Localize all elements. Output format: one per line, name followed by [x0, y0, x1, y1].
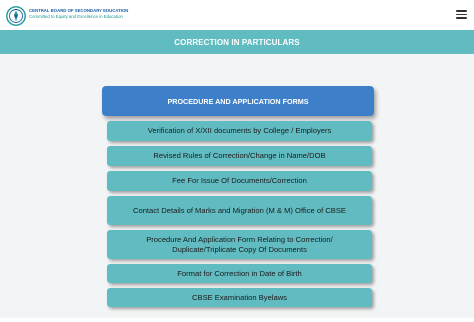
menu-item-label: Procedure And Application Form Relating … — [146, 234, 333, 254]
organization-tagline: Committed to Equity and Excellence in Ed… — [29, 14, 123, 19]
content-footer-strip — [0, 318, 474, 322]
menu-item-dob-correction-format[interactable]: Format for Correction in Date of Birth — [107, 264, 372, 283]
organization-name-line1: CENTRAL BOARD OF SECONDARY EDUCATION — [29, 8, 129, 13]
menu-item-examination-byelaws[interactable]: CBSE Examination Byelaws — [107, 288, 372, 307]
cbse-logo-icon[interactable] — [6, 6, 26, 26]
page-title: CORRECTION IN PARTICULARS — [174, 37, 300, 47]
procedure-forms-header-label: PROCEDURE AND APPLICATION FORMS — [167, 96, 309, 106]
menu-item-label: Fee For Issue Of Documents/Correction — [172, 176, 307, 185]
menu-item-correction-application-form[interactable]: Procedure And Application Form Relating … — [107, 230, 372, 259]
menu-item-fee-for-documents[interactable]: Fee For Issue Of Documents/Correction — [107, 171, 372, 191]
menu-item-verification-documents[interactable]: Verification of X/XII documents by Colle… — [107, 121, 372, 141]
menu-item-label: Format for Correction in Date of Birth — [177, 268, 302, 278]
hamburger-menu-icon[interactable] — [456, 10, 467, 19]
menu-item-mm-office-contact[interactable]: Contact Details of Marks and Migration (… — [107, 196, 372, 225]
menu-item-label: Contact Details of Marks and Migration (… — [133, 205, 346, 215]
page-title-bar: CORRECTION IN PARTICULARS — [0, 30, 474, 54]
app-header: CENTRAL BOARD OF SECONDARY EDUCATION Com… — [0, 0, 474, 30]
menu-item-label: Verification of X/XII documents by Colle… — [147, 126, 332, 135]
organization-name: CENTRAL BOARD OF SECONDARY EDUCATION Com… — [29, 8, 139, 19]
menu-item-revised-correction-rules[interactable]: Revised Rules of Correction/Change in Na… — [107, 146, 372, 166]
procedure-forms-header[interactable]: PROCEDURE AND APPLICATION FORMS — [102, 86, 374, 116]
menu-item-label: Revised Rules of Correction/Change in Na… — [153, 151, 326, 160]
menu-item-label: CBSE Examination Byelaws — [192, 292, 287, 302]
